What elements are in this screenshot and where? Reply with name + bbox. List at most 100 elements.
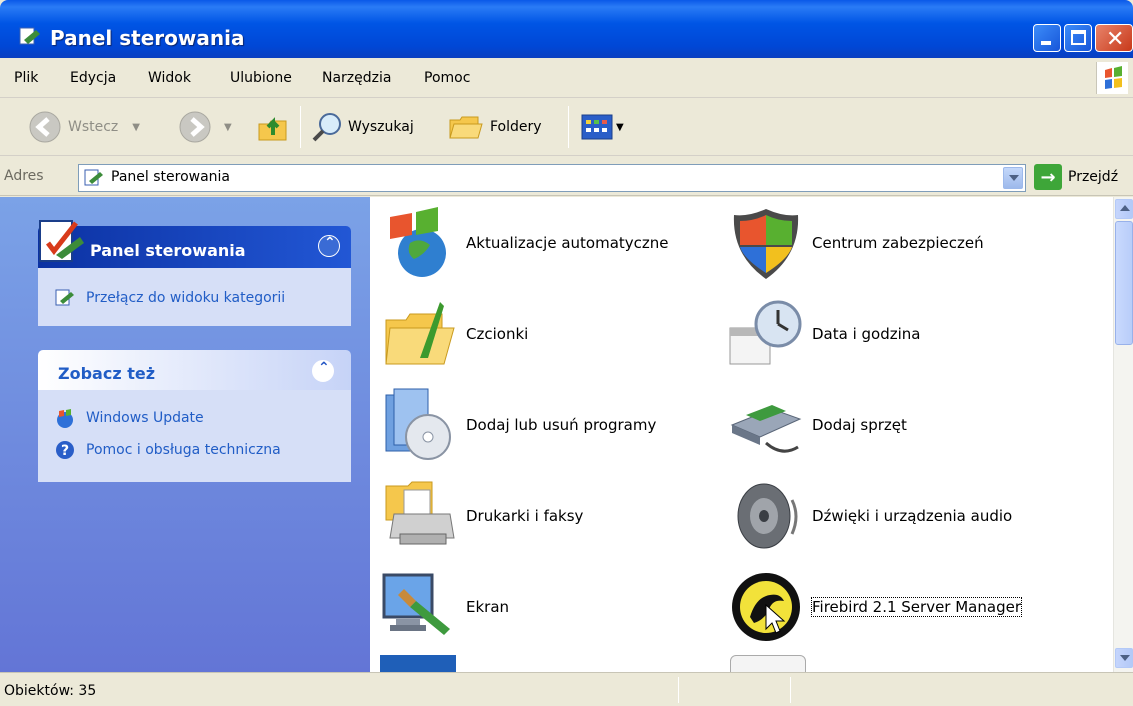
control-panel-large-icon: [39, 220, 84, 262]
status-divider: [790, 677, 791, 703]
toolbar-separator: [568, 106, 569, 148]
item-display[interactable]: Ekran: [380, 567, 509, 647]
control-panel-icon: [84, 169, 103, 186]
views-icon: [581, 114, 613, 140]
collapse-icon[interactable]: [318, 235, 340, 257]
forward-arrow-icon: [179, 111, 211, 143]
folders-label: Foldery: [490, 119, 542, 135]
item-label: Ekran: [466, 598, 510, 616]
forward-button[interactable]: ▼: [178, 110, 232, 144]
item-add-remove-programs[interactable]: Dodaj lub usuń programy: [380, 385, 656, 465]
search-icon: [312, 113, 341, 142]
close-button[interactable]: ✕: [1095, 24, 1133, 52]
switch-category-view-label: Przełącz do widoku kategorii: [86, 290, 286, 306]
item-label: Data i godzina: [812, 325, 921, 343]
help-icon: ?: [56, 441, 74, 459]
address-dropdown-button[interactable]: [1003, 167, 1023, 189]
address-bar: Adres Panel sterowania → Przejdź: [0, 158, 1133, 196]
item-label: Firebird 2.1 Server Manager: [811, 597, 1022, 617]
windows-logo-icon: [1096, 62, 1128, 94]
item-label: Centrum zabezpieczeń: [812, 234, 984, 252]
menu-narzedzia[interactable]: Narzędzia: [322, 70, 391, 86]
up-folder-button[interactable]: [256, 110, 290, 144]
menu-edycja[interactable]: Edycja: [70, 70, 116, 86]
search-button[interactable]: Wyszukaj: [310, 110, 414, 144]
item-label: Dodaj sprzęt: [812, 416, 907, 434]
partial-item-icon: [380, 655, 456, 672]
folders-icon: [449, 116, 483, 139]
views-button[interactable]: ▼: [580, 110, 624, 144]
forward-dropdown-icon[interactable]: ▼: [224, 122, 232, 133]
windows-update-label: Windows Update: [86, 410, 204, 426]
item-fonts[interactable]: Czcionki: [380, 294, 528, 374]
display-monitor-icon: [382, 573, 450, 635]
see-also-group-body: [38, 390, 351, 482]
back-button[interactable]: Wstecz ▼: [28, 110, 140, 144]
go-button[interactable]: → Przejdź: [1034, 164, 1118, 190]
scroll-thumb[interactable]: [1115, 221, 1133, 345]
back-dropdown-icon[interactable]: ▼: [132, 122, 140, 133]
folders-button[interactable]: Foldery: [448, 110, 542, 144]
windows-update-link[interactable]: Windows Update: [54, 407, 204, 429]
svg-text:?: ?: [61, 443, 69, 459]
menu-ulubione[interactable]: Ulubione: [230, 70, 292, 86]
item-sounds-audio[interactable]: Dźwięki i urządzenia audio: [726, 476, 1012, 556]
go-arrow-icon: →: [1034, 164, 1062, 190]
menu-widok[interactable]: Widok: [148, 70, 191, 86]
windows-update-icon: [57, 409, 73, 428]
firebird-icon: [732, 573, 800, 641]
address-field[interactable]: Panel sterowania: [78, 164, 1026, 192]
scroll-up-button[interactable]: [1115, 199, 1133, 219]
minimize-button[interactable]: [1033, 24, 1061, 52]
back-arrow-icon: [29, 111, 61, 143]
control-panel-icon: [19, 27, 40, 45]
fonts-folder-icon: [385, 302, 455, 365]
item-firebird-server-manager[interactable]: Firebird 2.1 Server Manager: [726, 567, 1022, 647]
back-label: Wstecz: [68, 119, 119, 135]
vertical-scrollbar[interactable]: [1113, 197, 1133, 672]
collapse-icon[interactable]: [312, 360, 334, 382]
toolbar-separator: [300, 106, 301, 148]
item-security-center[interactable]: Centrum zabezpieczeń: [726, 203, 984, 283]
menu-bar: Plik Edycja Widok Ulubione Narzędzia Pom…: [0, 58, 1133, 98]
maximize-button[interactable]: [1064, 24, 1092, 52]
add-hardware-icon: [730, 405, 802, 453]
menu-pomoc[interactable]: Pomoc: [424, 70, 470, 86]
object-count: Obiektów: 35: [4, 683, 97, 699]
item-label: Drukarki i faksy: [466, 507, 584, 525]
title-bar[interactable]: Panel sterowania ✕: [0, 0, 1133, 58]
help-support-link[interactable]: ? Pomoc i obsługa techniczna: [54, 439, 281, 461]
add-remove-programs-icon: [385, 388, 451, 460]
status-bar: Obiektów: 35: [0, 672, 1133, 706]
category-view-icon: [55, 289, 74, 306]
item-label: Dodaj lub usuń programy: [466, 416, 657, 434]
clock-calendar-icon: [729, 300, 802, 365]
items-view: Aktualizacje automatyczne Centrum zabezp…: [370, 197, 1113, 672]
help-support-label: Pomoc i obsługa techniczna: [86, 442, 281, 458]
menu-plik[interactable]: Plik: [14, 70, 38, 86]
item-label: Aktualizacje automatyczne: [466, 234, 669, 252]
item-automatic-updates[interactable]: Aktualizacje automatyczne: [380, 203, 669, 283]
item-label: Czcionki: [466, 325, 529, 343]
control-panel-group-title: Panel sterowania: [90, 241, 246, 260]
task-pane: Panel sterowania Przełącz do widoku kate…: [0, 197, 370, 672]
item-add-hardware[interactable]: Dodaj sprzęt: [726, 385, 907, 465]
item-label: Dźwięki i urządzenia audio: [812, 507, 1013, 525]
views-dropdown-icon[interactable]: ▼: [616, 122, 624, 133]
toolbar: Wstecz ▼ ▼ Wyszukaj Foldery ▼: [0, 98, 1133, 156]
windows-update-globe-icon: [390, 207, 446, 277]
security-shield-icon: [733, 209, 799, 279]
address-value: Panel sterowania: [111, 169, 230, 185]
switch-category-view-link[interactable]: Przełącz do widoku kategorii: [54, 287, 285, 309]
status-divider: [678, 677, 679, 703]
printer-icon: [385, 481, 455, 545]
item-date-time[interactable]: Data i godzina: [726, 294, 920, 374]
item-printers-faxes[interactable]: Drukarki i faksy: [380, 476, 583, 556]
window-title: Panel sterowania: [50, 26, 245, 50]
search-label: Wyszukaj: [348, 119, 414, 135]
address-label: Adres: [4, 168, 44, 184]
see-also-group-title: Zobacz też: [58, 364, 156, 383]
go-label: Przejdź: [1068, 169, 1119, 185]
up-folder-icon: [258, 117, 287, 141]
scroll-down-button[interactable]: [1115, 648, 1133, 668]
